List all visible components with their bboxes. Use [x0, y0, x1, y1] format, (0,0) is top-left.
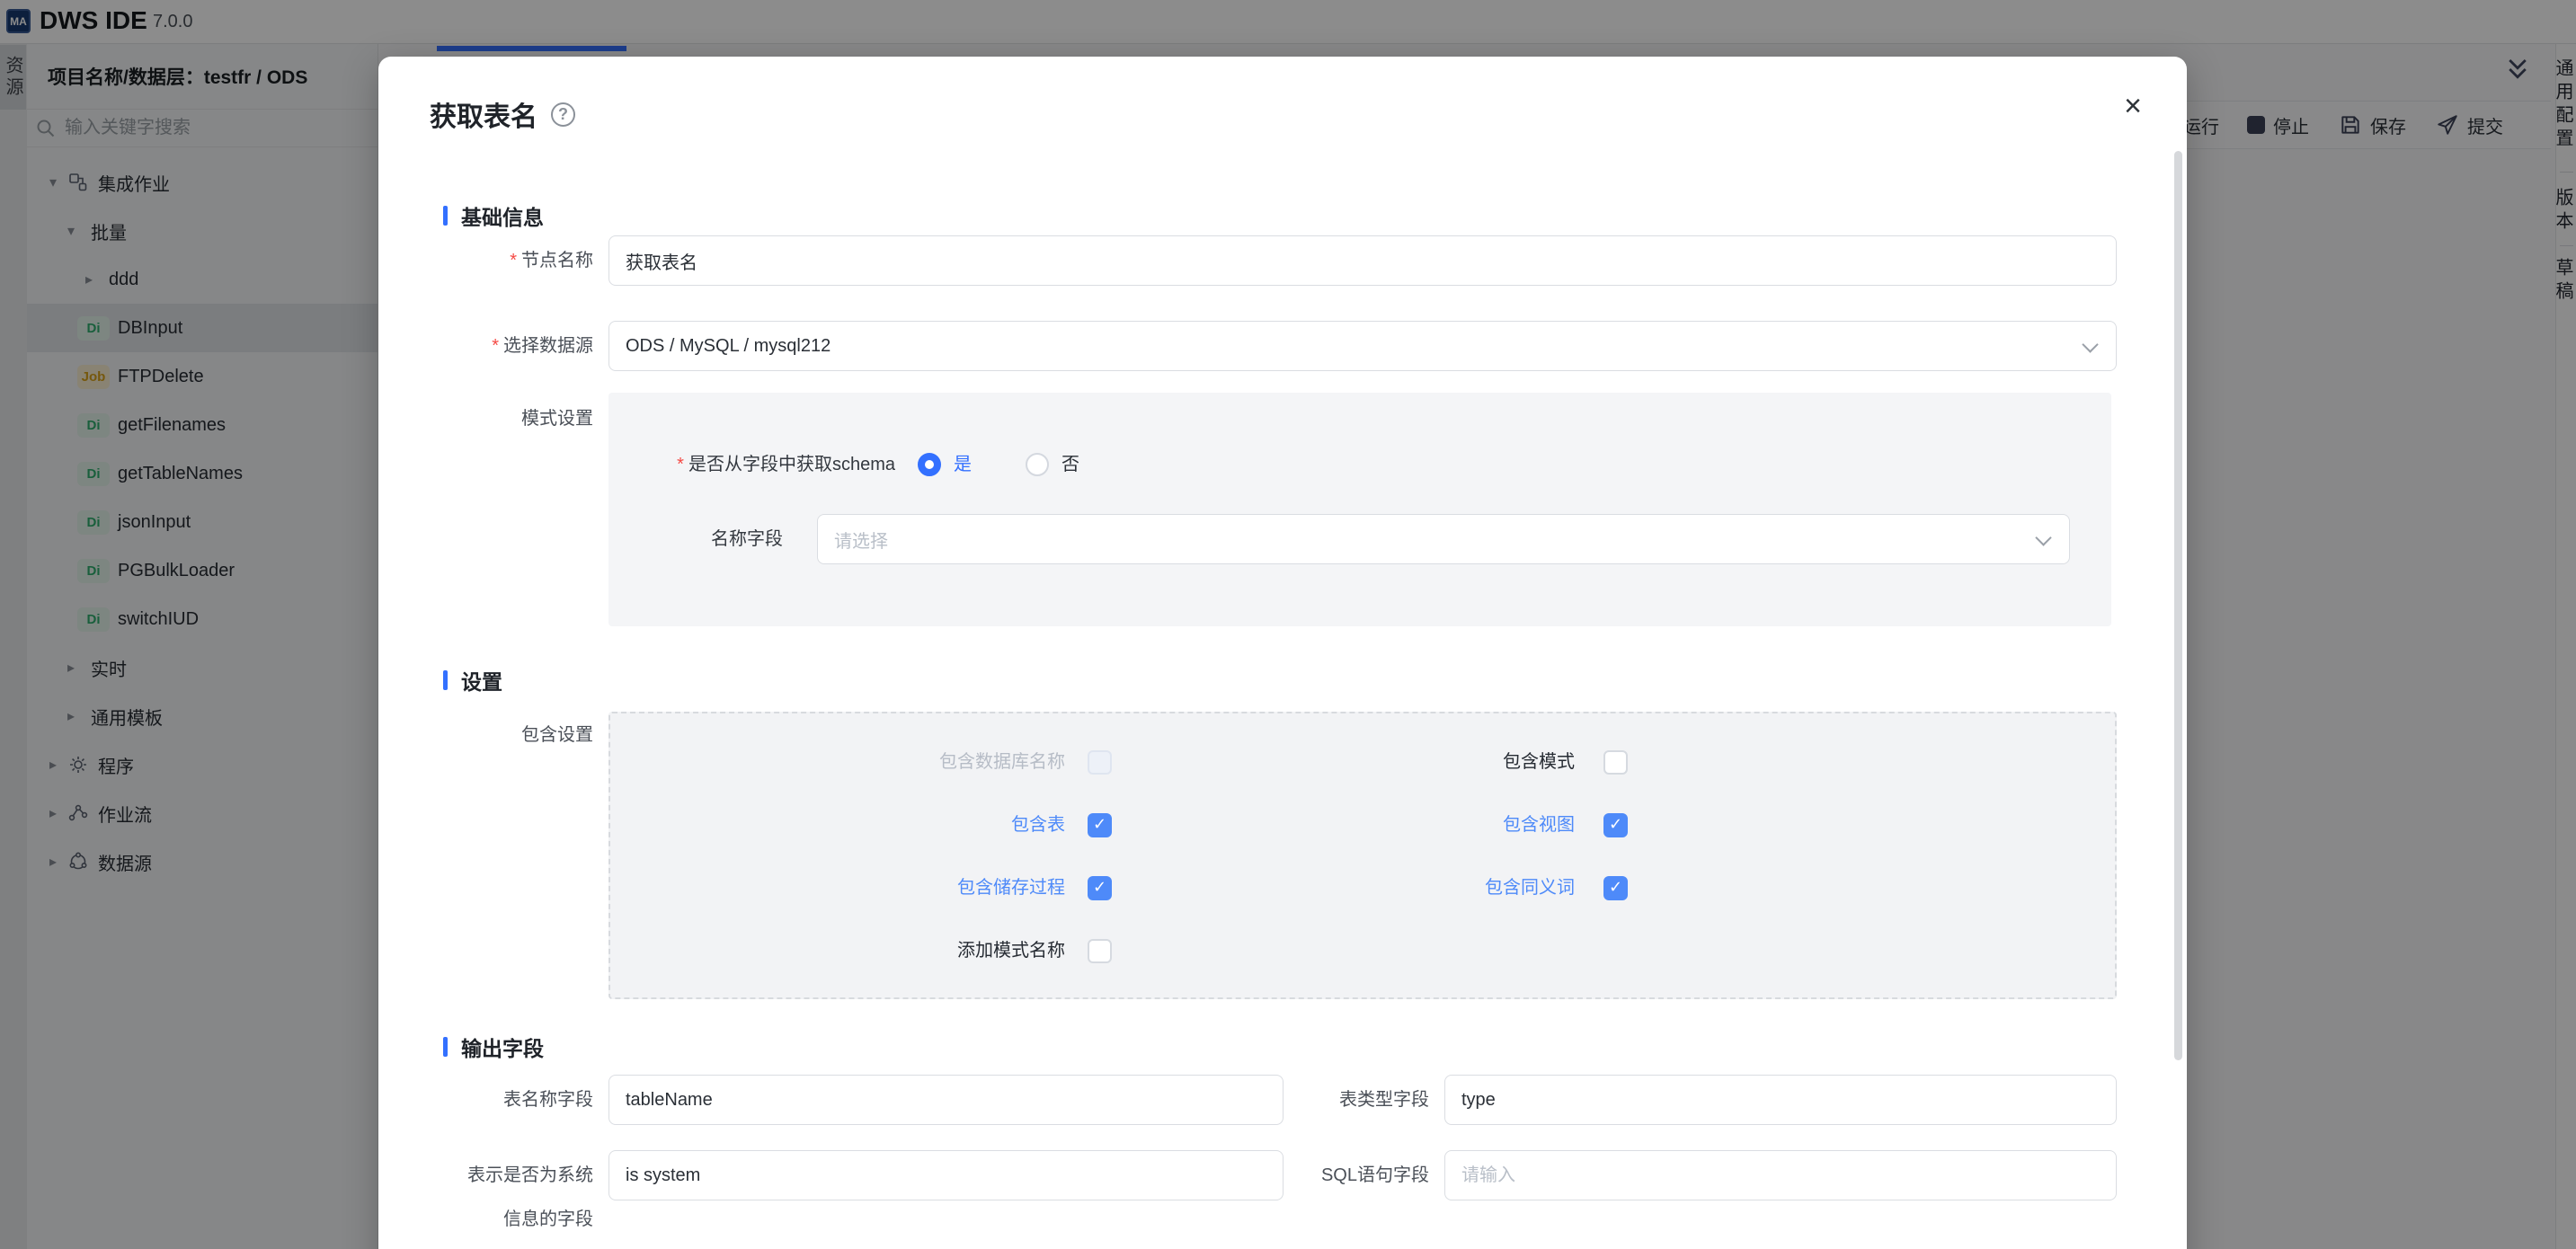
table-name-field-label: 表名称字段 [378, 1088, 593, 1112]
required-mark: * [492, 336, 499, 356]
checkbox-checked[interactable]: ✓ [1603, 876, 1628, 900]
checkbox-label: 包含模式 [1115, 750, 1575, 775]
dialog-title: 获取表名 [430, 94, 537, 134]
close-icon[interactable]: × [2124, 91, 2142, 121]
datasource-label: *选择数据源 [378, 334, 593, 359]
is-system-field-input[interactable] [608, 1150, 1284, 1200]
section-settings: 设置 [443, 665, 502, 695]
section-output-title: 输出字段 [461, 1032, 544, 1062]
node-name-label: *节点名称 [378, 249, 593, 273]
name-field-placeholder: 请选择 [834, 527, 888, 553]
section-basic-info: 基础信息 [443, 200, 544, 231]
checkbox-label: 包含同义词 [1115, 876, 1575, 900]
section-settings-title: 设置 [461, 665, 502, 695]
checkbox-label: 包含储存过程 [619, 876, 1065, 900]
name-field-label: 名称字段 [608, 527, 783, 552]
schema-question-label: *是否从字段中获取schema [608, 453, 895, 477]
radio-yes-label: 是 [954, 453, 972, 476]
name-field-select[interactable]: 请选择 [817, 514, 2070, 564]
required-mark: * [510, 251, 517, 270]
checkbox-label: 包含视图 [1115, 813, 1575, 837]
datasource-select[interactable]: ODS / MySQL / mysql212 [608, 321, 2117, 371]
section-bar [443, 1037, 448, 1057]
checkbox-unchecked[interactable] [1088, 939, 1112, 963]
section-bar [443, 206, 448, 226]
table-type-field-input[interactable] [1444, 1075, 2117, 1125]
checkbox-label: 添加模式名称 [619, 939, 1065, 963]
mode-settings-panel: *是否从字段中获取schema 是 否 名称字段 请选择 [608, 393, 2111, 626]
app-window: MA DWS IDE 7.0.0 资源 项目名称/数据层：testfr / OD… [0, 0, 2576, 1249]
radio-no-label: 否 [1061, 453, 1079, 476]
checkbox-label: 包含表 [619, 813, 1065, 837]
checkbox-label: 包含数据库名称 [619, 750, 1065, 775]
checkbox-unchecked[interactable] [1603, 750, 1628, 775]
table-type-field-label: 表类型字段 [1213, 1088, 1429, 1112]
datasource-value: ODS / MySQL / mysql212 [626, 336, 831, 357]
get-table-names-dialog: 获取表名 ? × 基础信息 *节点名称 *选择数据源 ODS / MySQL /… [378, 57, 2187, 1249]
checkbox-checked[interactable]: ✓ [1088, 813, 1112, 837]
node-name-input[interactable] [608, 235, 2117, 286]
mode-settings-label: 模式设置 [378, 407, 593, 431]
section-basic-title: 基础信息 [461, 200, 544, 231]
modal-scrollbar[interactable] [2174, 151, 2182, 1060]
checkbox-checked[interactable]: ✓ [1088, 876, 1112, 900]
checkbox-unchecked [1088, 750, 1112, 775]
include-settings-label: 包含设置 [378, 723, 593, 748]
radio-unselected-icon [1026, 453, 1049, 476]
include-settings-panel: 包含数据库名称包含模式包含表✓包含视图✓包含储存过程✓包含同义词✓添加模式名称 [608, 712, 2117, 999]
is-system-field-label-line2: 信息的字段 [378, 1208, 593, 1232]
is-system-field-label-line1: 表示是否为系统 [378, 1164, 593, 1188]
table-name-field-input[interactable] [608, 1075, 1284, 1125]
chevron-down-icon [2082, 336, 2098, 352]
section-bar [443, 670, 448, 690]
radio-yes[interactable]: 是 [918, 453, 972, 476]
dialog-title-row: 获取表名 ? [430, 94, 575, 134]
radio-selected-icon [918, 453, 941, 476]
sql-field-input[interactable] [1444, 1150, 2117, 1200]
help-icon[interactable]: ? [551, 102, 575, 127]
checkbox-checked[interactable]: ✓ [1603, 813, 1628, 837]
required-mark: * [677, 455, 684, 474]
sql-field-label: SQL语句字段 [1213, 1164, 1429, 1188]
section-output-fields: 输出字段 [443, 1032, 544, 1062]
radio-no[interactable]: 否 [1026, 453, 1079, 476]
chevron-down-icon [2035, 529, 2051, 545]
